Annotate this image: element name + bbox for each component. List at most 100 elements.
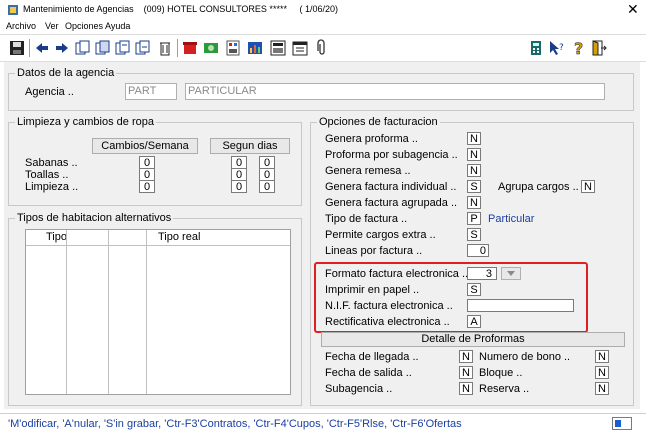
fecha-llegada-label: Fecha de llegada .. [325,351,419,363]
grid-doc-icon[interactable] [224,39,242,57]
copy-icon[interactable] [74,39,92,57]
arrow-right-icon[interactable] [53,39,71,57]
tipo-factura-label: Tipo de factura .. [325,213,408,225]
chart-icon[interactable] [246,39,264,57]
status-text: 'M'odificar, 'A'nular, 'S'in grabar, 'Ct… [8,418,462,430]
tipo-factura-field[interactable]: P [467,212,481,225]
fecha-llegada-field[interactable]: N [459,350,473,363]
col-tipo-header: Tipo [46,231,67,243]
svg-text:?: ? [574,39,583,57]
lineas-factura-field[interactable]: 0 [467,244,489,257]
chevron-down-icon [507,271,515,276]
calculator-icon[interactable] [527,39,545,57]
window-title: Mantenimiento de Agencias (009) HOTEL CO… [23,4,338,14]
status-indicator[interactable] [612,417,632,430]
calculator-display-icon[interactable] [269,39,287,57]
exit-door-icon[interactable] [590,39,608,57]
limpieza-cambios-field[interactable]: 0 [139,180,155,193]
numero-bono-field[interactable]: N [595,350,609,363]
limpieza-title: Limpieza y cambios de ropa [15,116,156,128]
green-money-icon[interactable] [202,39,220,57]
bloque-label: Bloque .. [479,367,523,379]
formato-electronica-field[interactable]: 3 [467,267,497,280]
menu-ver[interactable]: Ver [45,21,59,31]
genera-factura-agrupada-label: Genera factura agrupada .. [325,197,458,209]
agrupa-cargos-label: Agrupa cargos .. [498,181,579,193]
genera-factura-individual-label: Genera factura individual .. [325,181,457,193]
formato-dropdown-button[interactable] [501,267,521,280]
limpieza-dias2-field[interactable]: 0 [259,180,275,193]
calendar-icon[interactable] [291,39,309,57]
status-indicator-fill [615,420,621,427]
datos-agencia-group: Datos de la agencia Agencia .. PART PART… [8,67,634,111]
toallas-label: Toallas .. [25,169,69,181]
subagencia-label: Subagencia .. [325,383,393,395]
genera-proforma-label: Genera proforma .. [325,133,418,145]
subagencia-field[interactable]: N [459,382,473,395]
proforma-subagencia-field[interactable]: N [467,148,481,161]
toolbar-separator [177,39,178,57]
help-cursor-icon[interactable]: ? [548,39,566,57]
column-divider [66,230,67,394]
agrupa-cargos-field[interactable]: N [581,180,595,193]
column-divider [146,230,147,394]
fecha-salida-label: Fecha de salida .. [325,367,412,379]
menu-ayuda[interactable]: Ayuda [105,21,130,31]
imprimir-papel-label: Imprimir en papel .. [325,284,420,296]
tipos-habitacion-title: Tipos de habitacion alternativos [15,212,174,224]
genera-proforma-field[interactable]: N [467,132,481,145]
toolbar: ? ? [0,34,646,62]
nif-electronica-field[interactable] [467,299,574,312]
opciones-facturacion-group: Opciones de facturacion Genera proforma … [310,116,634,406]
svg-text:?: ? [559,43,564,53]
reserva-label: Reserva .. [479,383,530,395]
arrow-left-icon[interactable] [33,39,51,57]
reserva-field[interactable]: N [595,382,609,395]
agencia-label: Agencia .. [25,86,74,98]
genera-remesa-field[interactable]: N [467,164,481,177]
sabanas-label: Sabanas .. [25,157,78,169]
rectificativa-field[interactable]: A [467,315,481,328]
app-icon [8,5,18,15]
proforma-subagencia-label: Proforma por subagencia .. [325,149,458,161]
close-icon[interactable]: ✕ [627,2,639,16]
genera-factura-individual-field[interactable]: S [467,180,481,193]
permite-cargos-field[interactable]: S [467,228,481,241]
copy3-icon[interactable] [114,39,132,57]
tipos-habitacion-table[interactable]: Tipo Tipo real [25,229,291,395]
toolbar-separator [29,39,30,57]
bloque-field[interactable]: N [595,366,609,379]
imprimir-papel-field[interactable]: S [467,283,481,296]
title-bar: Mantenimiento de Agencias (009) HOTEL CO… [0,0,646,20]
column-divider [108,230,109,394]
cambios-semana-button[interactable]: Cambios/Semana [92,138,198,154]
menu-archivo[interactable]: Archivo [6,21,36,31]
permite-cargos-label: Permite cargos extra .. [325,229,436,241]
formato-electronica-label: Formato factura electronica .. [325,268,469,280]
copy2-icon[interactable] [94,39,112,57]
fecha-salida-field[interactable]: N [459,366,473,379]
paperclip-icon[interactable] [313,39,331,57]
datos-agencia-title: Datos de la agencia [15,67,117,79]
detalle-proformas-button[interactable]: Detalle de Proformas [321,332,625,347]
menu-opciones[interactable]: Opciones [65,21,103,31]
limpieza-group: Limpieza y cambios de ropa Cambios/Seman… [8,116,302,206]
col-tipo-real-header: Tipo real [158,231,201,243]
copy4-icon[interactable] [134,39,152,57]
agencia-code-field[interactable]: PART [125,83,177,100]
lineas-factura-label: Lineas por factura .. [325,245,423,257]
question-icon[interactable]: ? [570,39,588,57]
menu-bar: Archivo Ver Opciones Ayuda [0,20,646,34]
opciones-facturacion-title: Opciones de facturacion [317,116,440,128]
red-phone-icon[interactable] [181,39,199,57]
form-content: Datos de la agencia Agencia .. PART PART… [4,62,640,409]
status-bar: 'M'odificar, 'A'nular, 'S'in grabar, 'Ct… [0,413,646,434]
tipo-factura-desc: Particular [488,213,535,225]
limpieza-dias1-field[interactable]: 0 [231,180,247,193]
agencia-name-field[interactable]: PARTICULAR [185,83,605,100]
save-icon[interactable] [8,39,26,57]
trash-icon[interactable] [156,39,174,57]
genera-factura-agrupada-field[interactable]: N [467,196,481,209]
nif-electronica-label: N.I.F. factura electronica .. [325,300,453,312]
segun-dias-button[interactable]: Segun dias [210,138,290,154]
